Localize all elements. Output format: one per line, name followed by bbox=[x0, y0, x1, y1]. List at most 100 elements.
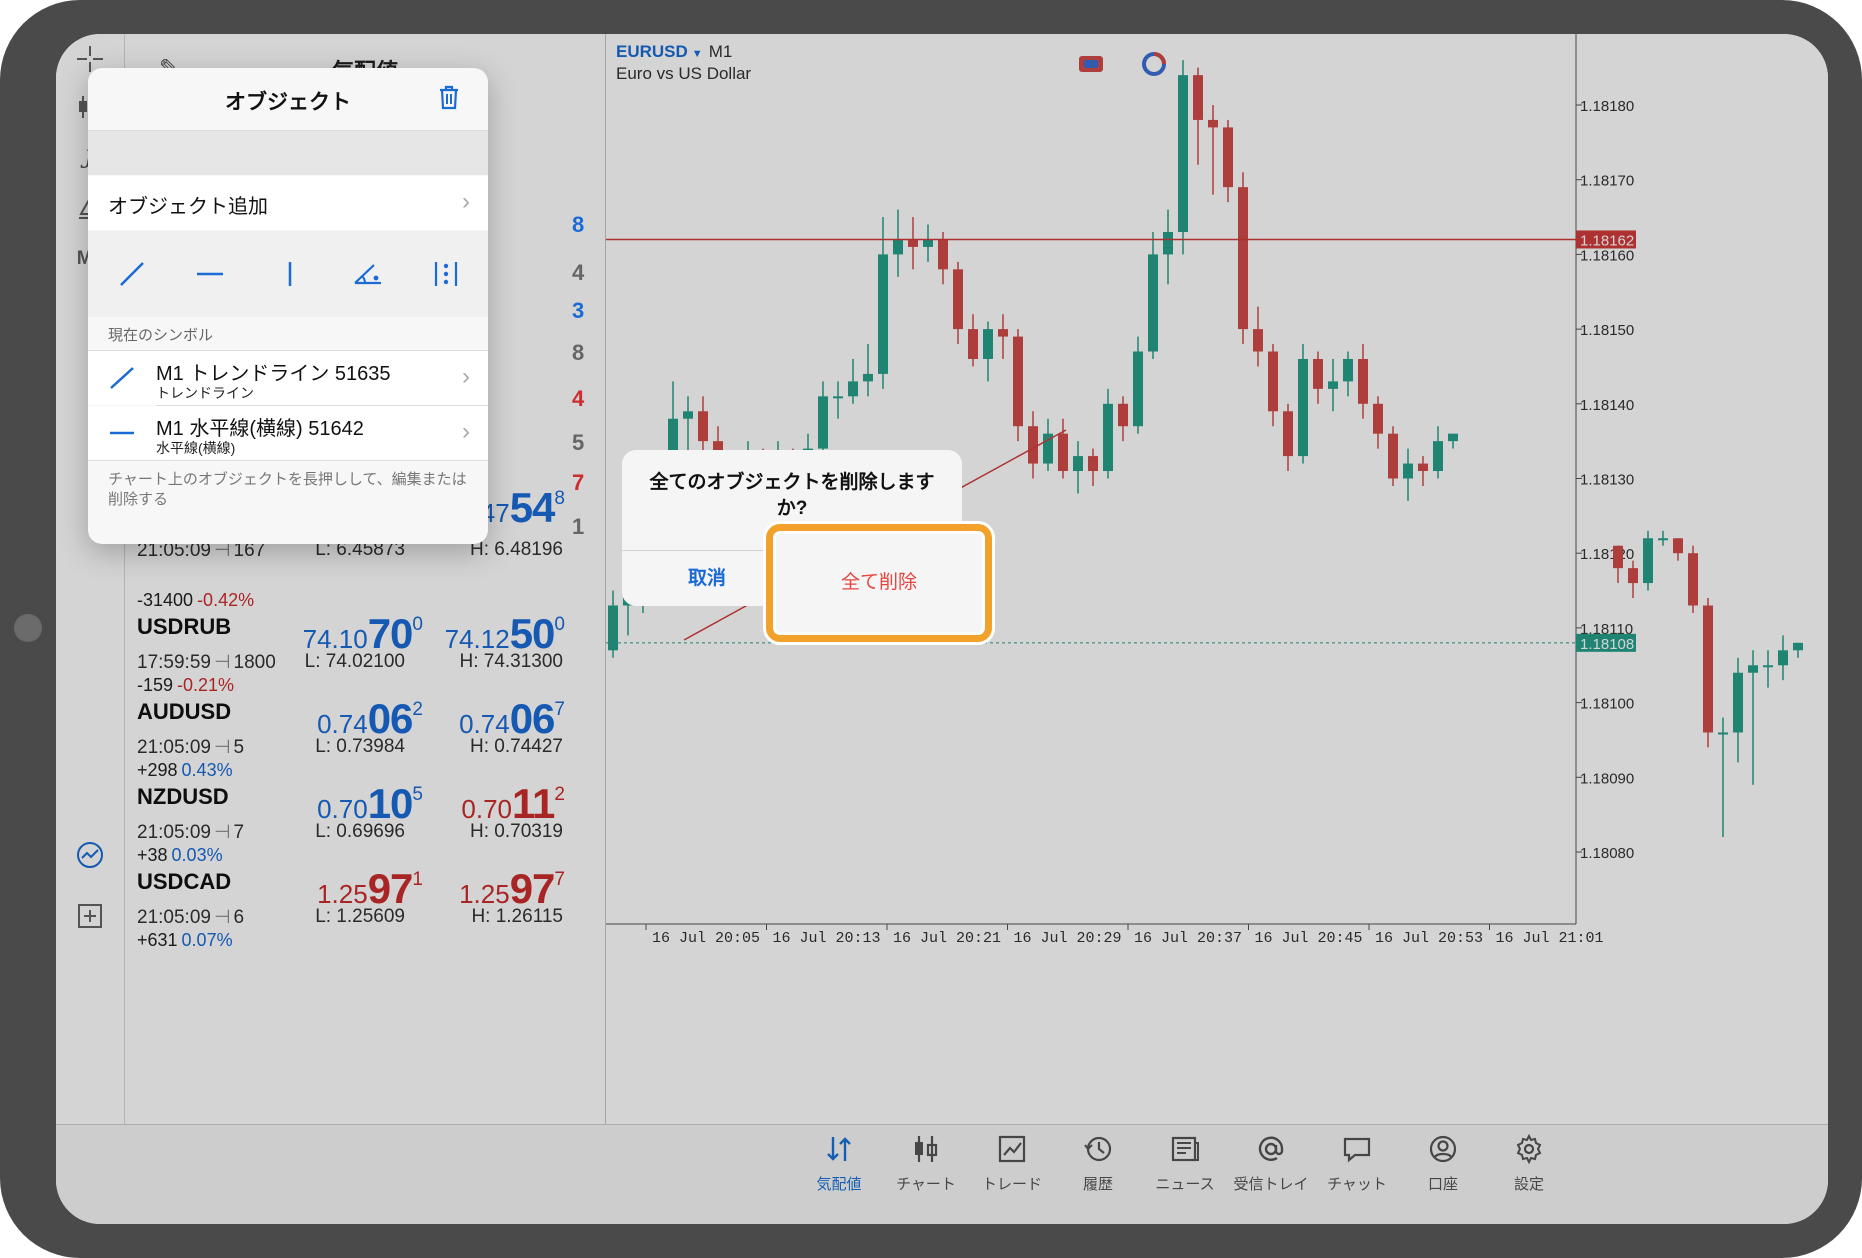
chevron-right-icon: › bbox=[462, 188, 470, 215]
quote-change: +38 0.03% bbox=[137, 845, 223, 865]
bid-price-label: 1.18108 bbox=[1580, 636, 1634, 653]
candle-body bbox=[878, 254, 888, 374]
chart-timeframe: M1 bbox=[708, 42, 733, 61]
history-icon bbox=[1050, 1133, 1146, 1171]
price-label: 1.18130 bbox=[1580, 472, 1634, 489]
candle-body bbox=[983, 329, 993, 359]
tab-news[interactable]: ニュース bbox=[1137, 1133, 1233, 1194]
price-label: 1.18120 bbox=[1580, 546, 1634, 563]
time-label: 16 Jul 20:05 bbox=[652, 930, 760, 947]
chart-symbol-name: EURUSD bbox=[616, 42, 688, 61]
candle-body bbox=[1418, 463, 1428, 472]
horizontal-line-tool-icon[interactable] bbox=[180, 249, 240, 299]
quote-high: H: 74.31300 bbox=[459, 651, 563, 672]
delete-all-highlight: 全て削除 bbox=[766, 524, 992, 642]
drawing-tools-row bbox=[88, 231, 488, 317]
hidden-panel-digit: 3 bbox=[572, 298, 585, 323]
candle-body bbox=[698, 411, 708, 442]
tab-label: チャット bbox=[1327, 1176, 1387, 1193]
trash-icon[interactable] bbox=[438, 84, 460, 116]
tab-quotes[interactable]: 気配値 bbox=[791, 1133, 887, 1194]
candle-body bbox=[893, 239, 903, 255]
candle-body bbox=[848, 381, 858, 397]
object-row-horizontal-line[interactable]: M1 水平線(横線) 51642 水平線(横線) › bbox=[88, 406, 488, 460]
quote-symbol: USDCAD bbox=[137, 869, 232, 894]
quote-symbol: USDRUB bbox=[137, 614, 232, 639]
hidden-panel-digit: 8 bbox=[572, 212, 585, 237]
tab-settings[interactable]: 設定 bbox=[1481, 1133, 1577, 1194]
candle-body bbox=[1208, 119, 1218, 128]
candle-body bbox=[1148, 254, 1158, 352]
tab-chart[interactable]: チャート bbox=[878, 1133, 974, 1194]
candle-body bbox=[1763, 665, 1773, 668]
trend-chart-icon[interactable] bbox=[56, 840, 124, 877]
tab-history[interactable]: 履歴 bbox=[1050, 1133, 1146, 1194]
candle-body bbox=[818, 396, 828, 449]
candle-body bbox=[1433, 441, 1443, 472]
candle-body bbox=[1388, 433, 1398, 479]
quote-change: -159 -0.21% bbox=[137, 675, 235, 695]
time-label: 16 Jul 20:53 bbox=[1375, 930, 1483, 947]
candle-body bbox=[1088, 456, 1098, 472]
candle-body bbox=[1658, 538, 1668, 541]
quote-low: L: 0.73984 bbox=[315, 736, 405, 757]
vertical-line-tool-icon[interactable] bbox=[260, 249, 320, 299]
candle-body bbox=[1643, 538, 1653, 584]
hidden-panel-digit: 4 bbox=[572, 386, 585, 411]
candle-body bbox=[1403, 463, 1413, 479]
angle-tool-icon[interactable] bbox=[338, 249, 398, 299]
add-object-row[interactable]: オブジェクト追加 › bbox=[88, 176, 488, 230]
candle-body bbox=[1298, 358, 1308, 457]
time-label: 16 Jul 20:13 bbox=[773, 930, 881, 947]
candle-body bbox=[1238, 187, 1248, 330]
candle-body bbox=[998, 329, 1008, 337]
tab-label: 受信トレイ bbox=[1233, 1176, 1309, 1193]
candle-body bbox=[1028, 426, 1038, 464]
tab-chat[interactable]: チャット bbox=[1309, 1133, 1405, 1194]
candle-body bbox=[1628, 568, 1638, 584]
trade-icon bbox=[964, 1133, 1060, 1171]
delete-all-button[interactable]: 全て削除 bbox=[773, 531, 985, 635]
news-icon bbox=[1137, 1133, 1233, 1171]
candle-body bbox=[1358, 358, 1368, 404]
chart-icon bbox=[878, 1133, 974, 1171]
candle-body bbox=[968, 329, 978, 359]
chart-symbol[interactable]: EURUSD ▼ M1 bbox=[616, 42, 732, 62]
object-row-trendline[interactable]: M1 トレンドライン 51635 トレンドライン › bbox=[88, 351, 488, 405]
candle-body bbox=[1613, 545, 1623, 569]
level-price-label: 1.18162 bbox=[1580, 232, 1634, 249]
trendline-tool-icon[interactable] bbox=[102, 249, 162, 299]
candle-body bbox=[683, 411, 693, 419]
quote-high: H: 0.74427 bbox=[470, 736, 563, 757]
candle-body bbox=[938, 239, 948, 270]
candle-body bbox=[1058, 433, 1068, 472]
tab-label: チャート bbox=[896, 1176, 956, 1193]
fibonacci-tool-icon[interactable] bbox=[416, 249, 476, 299]
candle-body bbox=[833, 396, 843, 399]
quote-row[interactable]: +631 0.07% bbox=[125, 930, 605, 1031]
hidden-panel-digit: 4 bbox=[572, 260, 585, 285]
tab-label: トレード bbox=[981, 1176, 1042, 1193]
candle-body bbox=[1718, 732, 1728, 735]
price-label: 1.18090 bbox=[1580, 770, 1634, 787]
candle-body bbox=[1283, 411, 1293, 457]
candle-body bbox=[1748, 665, 1758, 673]
price-label: 1.18150 bbox=[1580, 322, 1634, 339]
candle-body bbox=[1178, 75, 1188, 232]
horizontal-line-icon bbox=[108, 420, 138, 446]
chart-description: Euro vs US Dollar bbox=[616, 64, 752, 83]
add-object-label: オブジェクト追加 bbox=[108, 196, 268, 218]
candle-body bbox=[1448, 433, 1458, 442]
account-icon bbox=[1395, 1133, 1491, 1171]
candle-body bbox=[1793, 642, 1803, 651]
trendline-icon bbox=[108, 365, 138, 391]
tab-account[interactable]: 口座 bbox=[1395, 1133, 1491, 1194]
tab-trade[interactable]: トレード bbox=[964, 1133, 1060, 1194]
hidden-panel-digit: 1 bbox=[572, 514, 585, 539]
add-symbol-icon[interactable] bbox=[56, 902, 124, 937]
tab-inbox[interactable]: 受信トレイ bbox=[1223, 1133, 1319, 1194]
candle-body bbox=[1343, 358, 1353, 382]
quote-high: H: 1.26115 bbox=[471, 906, 563, 927]
quotes-icon bbox=[791, 1133, 887, 1171]
candle-body bbox=[1103, 403, 1113, 472]
